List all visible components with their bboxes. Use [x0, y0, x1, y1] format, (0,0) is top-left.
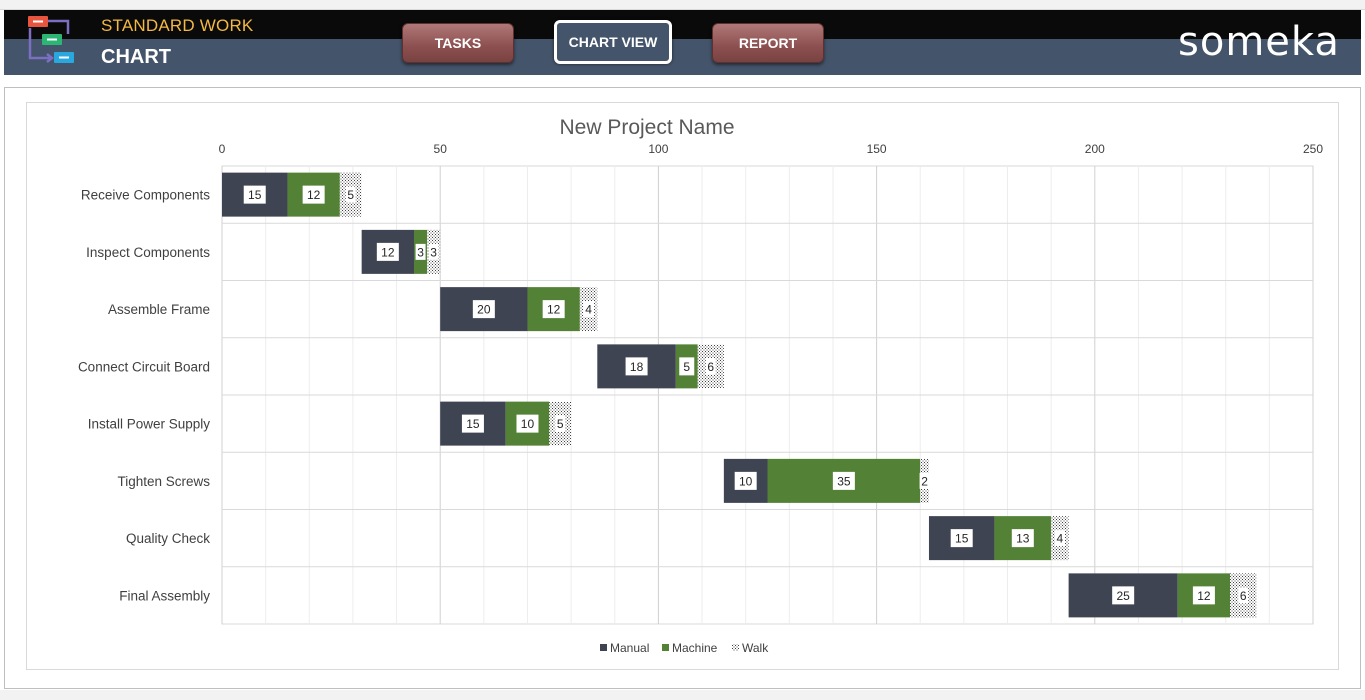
data-label: 10	[739, 474, 753, 488]
data-label: 12	[307, 188, 321, 202]
data-label: 5	[557, 417, 564, 431]
x-tick-label: 250	[1303, 142, 1323, 156]
data-label: 5	[683, 360, 690, 374]
legend-swatch-walk	[732, 644, 739, 651]
data-label: 35	[837, 474, 851, 488]
data-label: 15	[466, 417, 480, 431]
data-label: 15	[248, 188, 262, 202]
category-label: Connect Circuit Board	[78, 359, 210, 374]
category-label: Final Assembly	[119, 588, 210, 603]
data-label: 10	[521, 417, 535, 431]
data-label: 15	[955, 532, 969, 546]
data-label: 3	[430, 245, 437, 259]
data-label: 12	[381, 245, 395, 259]
data-label: 4	[585, 303, 592, 317]
category-label: Inspect Components	[86, 245, 210, 260]
x-tick-label: 150	[867, 142, 887, 156]
data-label: 20	[477, 303, 491, 317]
bottom-strip	[0, 690, 1365, 700]
data-label: 5	[347, 188, 354, 202]
data-label: 12	[1197, 589, 1211, 603]
legend-label-manual: Manual	[610, 641, 649, 655]
data-label: 6	[707, 360, 714, 374]
data-label: 12	[547, 303, 561, 317]
data-label: 3	[417, 245, 424, 259]
category-label: Receive Components	[81, 188, 210, 203]
x-axis-ticks: 0 50 100 150 200 250	[219, 142, 1324, 156]
category-label: Install Power Supply	[88, 417, 211, 432]
legend: Manual Machine Walk	[600, 641, 769, 655]
data-label: 25	[1116, 589, 1130, 603]
category-label: Tighten Screws	[117, 474, 210, 489]
x-tick-label: 200	[1085, 142, 1105, 156]
data-label: 4	[1057, 532, 1064, 546]
legend-label-walk: Walk	[742, 641, 769, 655]
data-label: 18	[630, 360, 644, 374]
legend-swatch-manual	[600, 644, 607, 651]
category-label: Quality Check	[126, 531, 210, 546]
data-label: 6	[1240, 589, 1247, 603]
category-label: Assemble Frame	[108, 302, 210, 317]
category-labels: Receive Components Inspect Components Asse…	[78, 188, 210, 604]
legend-swatch-machine	[662, 644, 669, 651]
x-tick-label: 50	[434, 142, 448, 156]
legend-label-machine: Machine	[672, 641, 718, 655]
data-label: 13	[1016, 532, 1030, 546]
data-label: 2	[921, 474, 928, 488]
gantt-chart: 0 50 100 150 200 250 Receive Components Inspec…	[78, 142, 1324, 655]
x-tick-label: 100	[648, 142, 668, 156]
x-tick-label: 0	[219, 142, 226, 156]
